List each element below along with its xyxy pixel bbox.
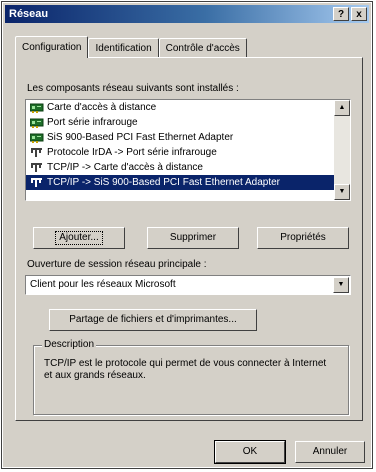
- file-printer-sharing-button[interactable]: Partage de fichiers et d'imprimantes...: [49, 309, 257, 331]
- help-button[interactable]: ?: [333, 7, 349, 21]
- list-item[interactable]: Port série infrarouge: [26, 115, 334, 130]
- list-item[interactable]: Carte d'accès à distance: [26, 100, 334, 115]
- network-adapter-icon: [30, 118, 44, 128]
- tab-strip: Configuration Identification Contrôle d'…: [15, 35, 247, 58]
- add-button-label: Ajouter...: [55, 231, 103, 245]
- description-text: TCP/IP est le protocole qui permet de vo…: [44, 358, 327, 381]
- list-item-label: Port série infrarouge: [47, 117, 138, 128]
- components-label: Les composants réseau suivants sont inst…: [27, 83, 239, 94]
- network-adapter-icon: [30, 103, 44, 113]
- list-item[interactable]: Protocole IrDA -> Port série infrarouge: [26, 145, 334, 160]
- title-bar[interactable]: Réseau ? x: [5, 5, 369, 23]
- components-scrollbar[interactable]: ▲ ▼: [334, 100, 350, 200]
- list-item[interactable]: TCP/IP -> Carte d'accès à distance: [26, 160, 334, 175]
- add-button[interactable]: Ajouter...: [33, 227, 125, 249]
- primary-logon-select[interactable]: Client pour les réseaux Microsoft ▼: [25, 275, 351, 295]
- list-item-label: Protocole IrDA -> Port série infrarouge: [47, 147, 217, 158]
- list-item[interactable]: TCP/IP -> SiS 900-Based PCI Fast Etherne…: [26, 175, 334, 190]
- list-item-label: TCP/IP -> Carte d'accès à distance: [47, 162, 203, 173]
- title-buttons: ? x: [333, 7, 367, 21]
- tab-identification[interactable]: Identification: [88, 38, 159, 57]
- protocol-icon: [31, 148, 42, 157]
- chevron-down-icon[interactable]: ▼: [333, 277, 349, 293]
- components-list[interactable]: Carte d'accès à distance Port série infr…: [25, 99, 351, 201]
- list-item-label: Carte d'accès à distance: [47, 102, 157, 113]
- tab-configuration[interactable]: Configuration: [15, 36, 89, 58]
- ok-button[interactable]: OK: [214, 440, 286, 464]
- protocol-icon: [31, 163, 42, 172]
- network-adapter-icon: [30, 133, 44, 143]
- description-title: Description: [42, 339, 97, 350]
- cancel-button[interactable]: Annuler: [295, 441, 365, 463]
- scroll-down-icon[interactable]: ▼: [334, 184, 350, 200]
- network-dialog: Réseau ? x Configuration Identification …: [1, 1, 373, 469]
- primary-logon-label: Ouverture de session réseau principale :: [27, 259, 207, 270]
- remove-button[interactable]: Supprimer: [147, 227, 239, 249]
- list-item-label: TCP/IP -> SiS 900-Based PCI Fast Etherne…: [47, 177, 280, 188]
- description-group: Description TCP/IP est le protocole qui …: [33, 339, 349, 415]
- list-item-label: SiS 900-Based PCI Fast Ethernet Adapter: [47, 132, 234, 143]
- close-button[interactable]: x: [351, 7, 367, 21]
- primary-logon-value: Client pour les réseaux Microsoft: [30, 279, 176, 290]
- window-title: Réseau: [9, 8, 49, 20]
- list-item[interactable]: SiS 900-Based PCI Fast Ethernet Adapter: [26, 130, 334, 145]
- components-list-items: Carte d'accès à distance Port série infr…: [26, 100, 334, 200]
- scroll-up-icon[interactable]: ▲: [334, 100, 350, 116]
- properties-button[interactable]: Propriétés: [257, 227, 349, 249]
- protocol-icon: [31, 178, 42, 187]
- tab-access-control[interactable]: Contrôle d'accès: [158, 38, 247, 57]
